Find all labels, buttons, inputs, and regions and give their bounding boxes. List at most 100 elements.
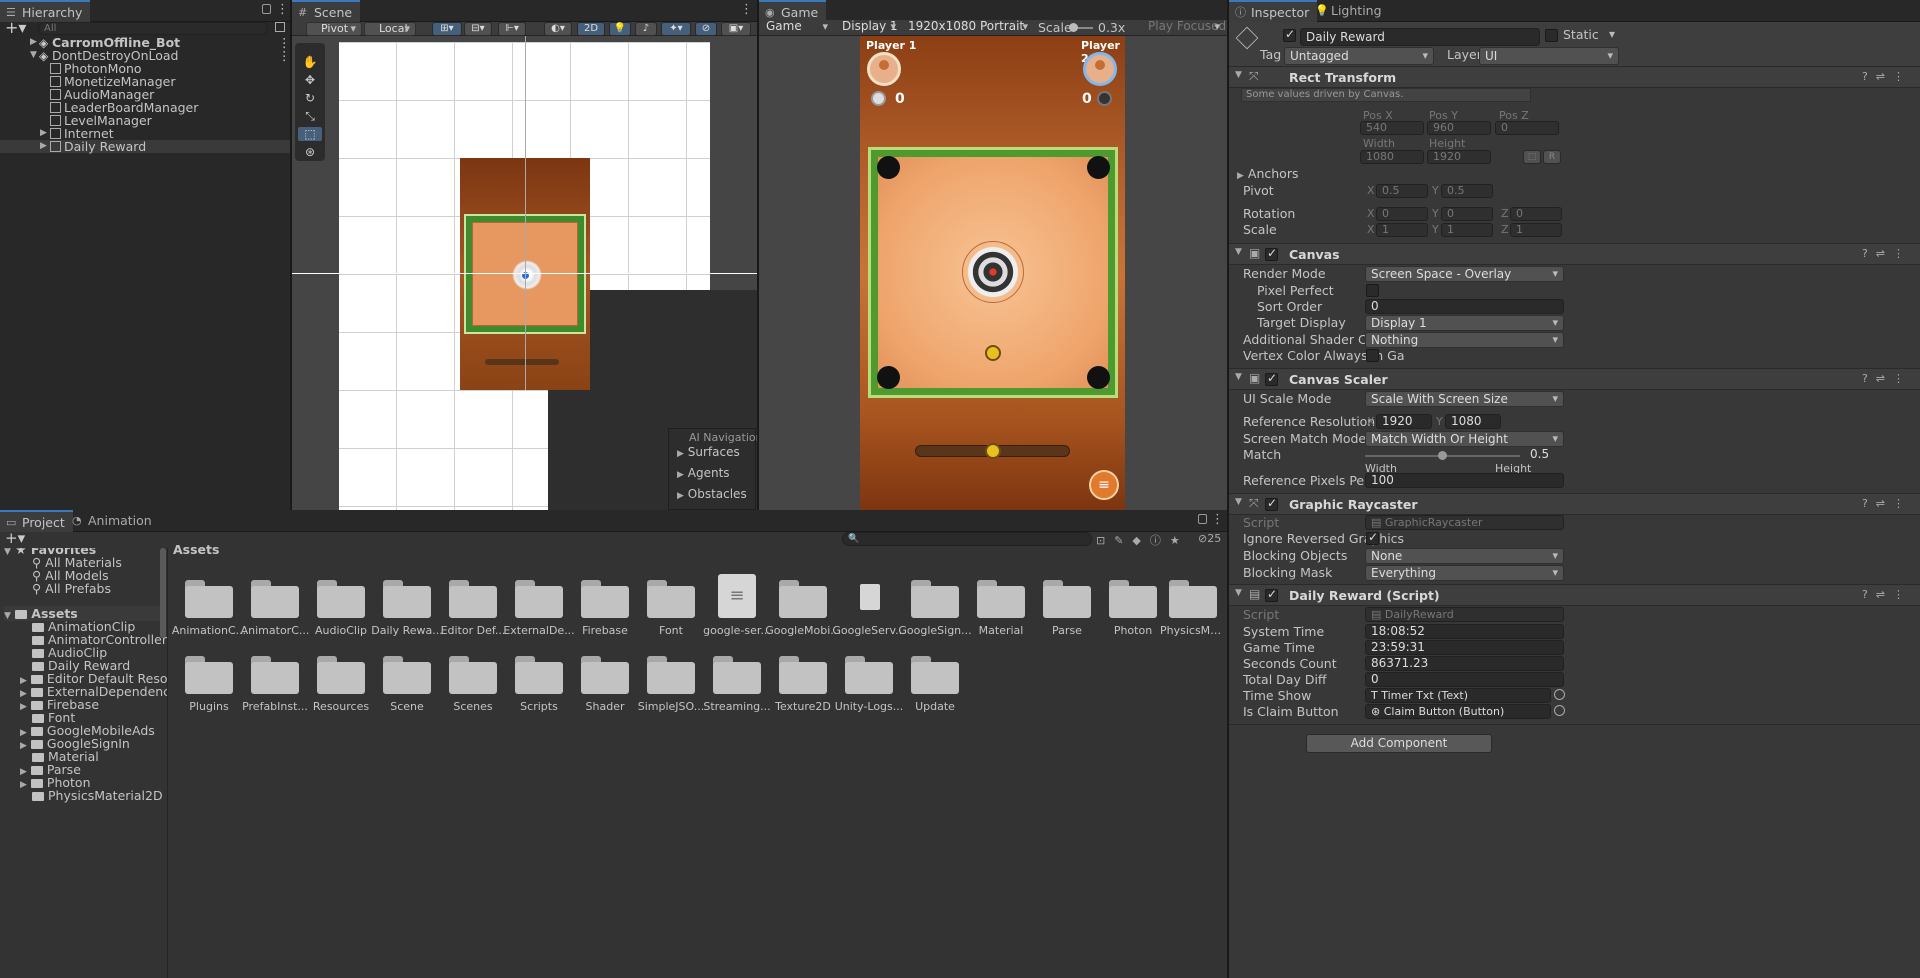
graphic-raycaster-header[interactable]: ▼ ⤧ Graphic Raycaster ?⇌⋮ <box>1229 493 1920 515</box>
visibility-toggle[interactable]: ⊘ <box>695 22 717 36</box>
layer-dropdown[interactable]: UI <box>1479 47 1619 65</box>
canvas-scaler-enabled-checkbox[interactable] <box>1265 371 1278 386</box>
width-field[interactable]: 1080 <box>1360 150 1424 164</box>
sort-order-field[interactable]: 0 <box>1365 299 1564 314</box>
snap-button[interactable]: ⊟▾ <box>464 22 492 36</box>
pixel-perfect-checkbox[interactable] <box>1366 284 1379 297</box>
scale-slider-thumb[interactable] <box>1069 23 1078 32</box>
raw-edit-button[interactable]: R <box>1543 150 1561 164</box>
game-time-field[interactable]: 23:59:31 <box>1365 640 1564 655</box>
rect-transform-header[interactable]: ▼ ⤧ Rect Transform ?⇌⋮ <box>1229 66 1920 88</box>
game-mode-dropdown[interactable]: Game <box>761 20 833 35</box>
scale-z-field[interactable]: 1 <box>1510 223 1562 237</box>
canvas-enabled-checkbox[interactable] <box>1265 246 1278 261</box>
raycaster-enabled-checkbox[interactable] <box>1265 496 1278 511</box>
blocking-objects-dropdown[interactable]: None <box>1365 548 1564 564</box>
rotate-tool-icon[interactable]: ↻ <box>298 91 322 105</box>
collapse-arrow-icon[interactable]: ▼ <box>1235 588 1242 598</box>
breadcrumb[interactable]: Assets <box>173 542 219 557</box>
pivot-x-field[interactable]: 0.5 <box>1376 184 1428 198</box>
scene-view[interactable]: ✋ ✥ ↻ ⤡ ⬚ ⊛ AI Navigation ▶ Surfaces ▶ A… <box>292 36 757 510</box>
expand-arrow-icon[interactable]: ▶ <box>40 141 47 151</box>
component-header-icons[interactable]: ?⇌⋮ <box>1862 588 1912 601</box>
lock-icon[interactable] <box>1198 514 1207 524</box>
component-header-icons[interactable]: ?⇌⋮ <box>1862 497 1912 510</box>
is-claim-field[interactable]: ⊛ Claim Button (Button) <box>1365 704 1551 719</box>
kebab-menu-icon[interactable]: ⋮ <box>740 2 753 17</box>
move-tool-icon[interactable]: ✥ <box>298 73 322 87</box>
object-picker-icon[interactable] <box>1554 705 1565 716</box>
vertex-color-checkbox[interactable] <box>1366 349 1379 362</box>
shading-button[interactable]: ◐▾ <box>544 22 572 36</box>
resolution-dropdown[interactable]: 1920x1080 Portrait <box>903 20 1033 35</box>
posx-field[interactable]: 540 <box>1360 121 1424 135</box>
component-header-icons[interactable]: ?⇌⋮ <box>1862 70 1912 83</box>
tree-folder[interactable]: PhysicsMaterial2D <box>32 788 163 803</box>
tree-row-level[interactable]: LevelManager <box>0 113 290 128</box>
daily-reward-header[interactable]: ▼ ▤ Daily Reward (Script) ?⇌⋮ <box>1229 584 1920 606</box>
collapse-arrow-icon[interactable]: ▼ <box>1235 497 1242 507</box>
canvas-scaler-header[interactable]: ▼ ▣ Canvas Scaler ?⇌⋮ <box>1229 368 1920 390</box>
screen-match-mode-dropdown[interactable]: Match Width Or Height <box>1365 431 1564 447</box>
collapse-arrow-icon[interactable]: ▼ <box>1235 70 1242 80</box>
play-focused-dropdown[interactable]: Play Focused <box>1143 20 1226 35</box>
render-mode-dropdown[interactable]: Screen Space - Overlay <box>1365 266 1564 282</box>
object-name-field[interactable]: Daily Reward <box>1300 28 1540 46</box>
asset-folder[interactable]: Update <box>896 650 974 716</box>
kebab-menu-icon[interactable]: ⋮ <box>276 2 289 17</box>
anchors-row[interactable]: ▶ Anchors <box>1237 166 1298 181</box>
scale-slider[interactable] <box>1069 23 1093 32</box>
tab-lighting[interactable]: 💡 Lighting <box>1309 0 1390 22</box>
component-header-icons[interactable]: ?⇌⋮ <box>1862 372 1912 385</box>
system-time-field[interactable]: 18:08:52 <box>1365 624 1564 639</box>
seconds-count-field[interactable]: 86371.23 <box>1365 656 1564 671</box>
collapse-arrow-icon[interactable]: ▼ <box>1235 372 1242 382</box>
rect-tool-icon[interactable]: ⬚ <box>298 127 322 141</box>
match-slider-thumb[interactable] <box>1438 451 1447 460</box>
hand-tool-icon[interactable]: ✋ <box>298 55 322 69</box>
power-slider-thumb[interactable] <box>985 443 1001 459</box>
posz-field[interactable]: 0 <box>1495 121 1559 135</box>
search-input[interactable]: All <box>38 22 268 35</box>
active-checkbox[interactable] <box>1283 27 1296 42</box>
audio-toggle[interactable]: ♪ <box>635 22 657 36</box>
total-day-diff-field[interactable]: 0 <box>1365 672 1564 687</box>
project-search-input[interactable]: 🔍 <box>842 532 1092 546</box>
ignore-reversed-checkbox[interactable] <box>1366 530 1379 545</box>
power-slider[interactable] <box>915 443 1070 459</box>
display-dropdown[interactable]: Display 1 <box>837 20 901 35</box>
effects-button[interactable]: ✦▾ <box>661 22 691 36</box>
hierarchy-filter-icon[interactable] <box>275 22 285 32</box>
asset-folder[interactable]: PhysicsMa... <box>1160 574 1226 640</box>
grid-snap-button[interactable]: ⊞▾ <box>432 22 462 36</box>
scale-y-field[interactable]: 1 <box>1441 223 1493 237</box>
ai-nav-item-obstacles[interactable]: ▶ Obstacles <box>677 487 747 501</box>
hidden-count[interactable]: ⊘25 <box>1198 532 1221 545</box>
pivot-y-field[interactable]: 0.5 <box>1441 184 1493 198</box>
static-dropdown-icon[interactable]: ▾ <box>1609 27 1615 41</box>
component-header-icons[interactable]: ?⇌⋮ <box>1862 247 1912 260</box>
2d-toggle[interactable]: 2D <box>577 22 605 36</box>
tree-row-daily-reward[interactable]: ▶ Daily Reward <box>0 139 290 154</box>
collapse-arrow-icon[interactable]: ▼ <box>30 50 37 60</box>
tab-scene[interactable]: # Scene <box>292 0 361 22</box>
add-asset-icon[interactable]: +▾ <box>5 529 25 547</box>
fav-item[interactable]: ⚲ All Prefabs <box>32 581 111 596</box>
ai-nav-item-surfaces[interactable]: ▶ Surfaces <box>677 445 740 459</box>
ai-nav-item-agents[interactable]: ▶ Agents <box>677 466 730 480</box>
menu-button[interactable]: ≡ <box>1089 470 1119 500</box>
tab-inspector[interactable]: ⓘ Inspector <box>1229 0 1318 22</box>
ref-x-field[interactable]: 1920 <box>1376 414 1432 429</box>
kebab-icon[interactable]: ⋮ <box>278 48 291 63</box>
collapse-arrow-icon[interactable]: ▼ <box>1235 247 1242 257</box>
lock-icon[interactable] <box>262 4 271 14</box>
match-slider-track[interactable] <box>1365 451 1520 460</box>
ppu-field[interactable]: 100 <box>1365 473 1564 488</box>
static-checkbox[interactable] <box>1545 29 1558 42</box>
height-field[interactable]: 1920 <box>1427 150 1491 164</box>
posy-field[interactable]: 960 <box>1427 121 1491 135</box>
local-dropdown[interactable]: Local <box>364 22 416 36</box>
rot-y-field[interactable]: 0 <box>1441 207 1493 221</box>
blueprint-mode-button[interactable]: ⬚ <box>1523 150 1541 164</box>
project-toolbar-icons[interactable]: ⊡✎◆ⓘ★ <box>1096 532 1189 548</box>
